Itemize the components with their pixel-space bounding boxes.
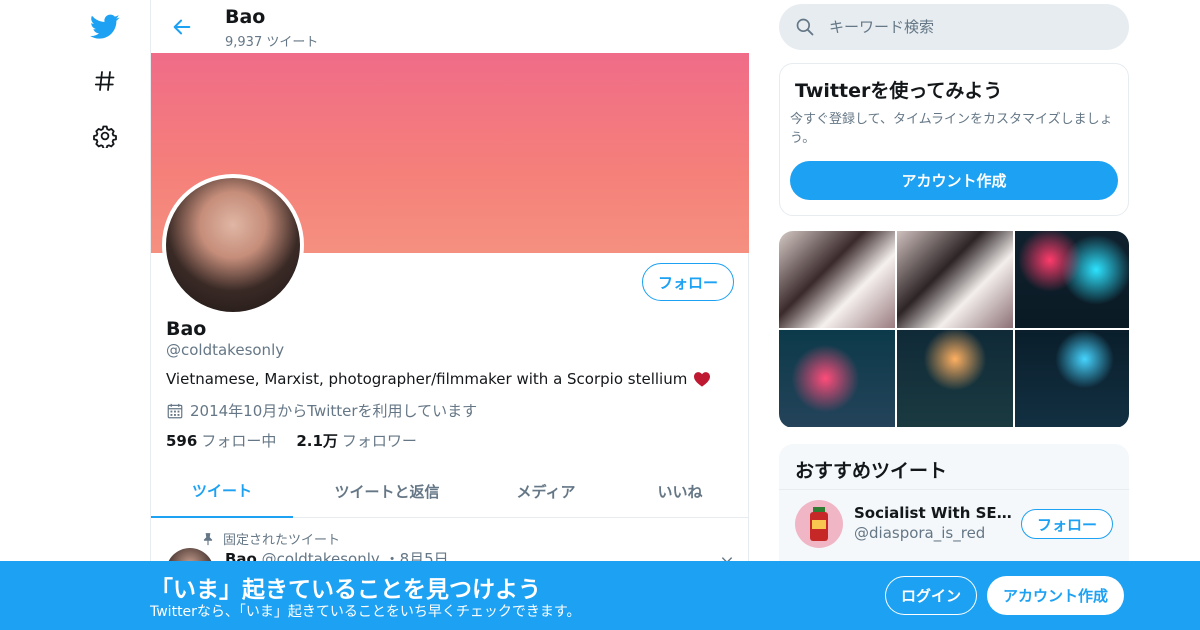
profile-column: Bao 9,937 ツイート フォロー Bao @coldtakesonly V…: [150, 0, 749, 630]
settings-button[interactable]: [86, 117, 124, 155]
follow-button[interactable]: フォロー: [642, 263, 734, 301]
profile-joined: 2014年10月からTwitterを利用しています: [166, 400, 477, 421]
signup-title: Twitterを使ってみよう: [795, 80, 1003, 102]
pin-icon: [203, 532, 213, 545]
profile-bio: Vietnamese, Marxist, photographer/filmma…: [166, 370, 711, 388]
back-button[interactable]: [165, 10, 199, 44]
tab-tweets[interactable]: ツイート: [151, 465, 293, 518]
media-grid: [779, 231, 1129, 428]
following-count: 596: [166, 432, 198, 450]
following-link[interactable]: 596 フォロー中: [166, 430, 276, 451]
search-icon: [796, 18, 814, 36]
followers-label: フォロワー: [341, 432, 417, 450]
pinned-label: 固定されたツイート: [223, 533, 341, 548]
heart-icon: [694, 372, 711, 387]
search-input[interactable]: [829, 18, 1109, 36]
media-thumbnail[interactable]: [1015, 231, 1129, 328]
profile-handle: @coldtakesonly: [166, 341, 285, 359]
recommended-title: おすすめツイート: [795, 460, 948, 482]
header-title: Bao: [225, 6, 266, 28]
tab-media[interactable]: メディア: [481, 465, 611, 518]
signup-banner: 「いま」起きていることを見つけよう Twitterなら、「いま」起きていることを…: [0, 561, 1200, 630]
media-thumbnail[interactable]: [779, 330, 895, 427]
banner-title: 「いま」起きていることを見つけよう: [150, 577, 541, 603]
divider: [779, 489, 1129, 490]
tab-tweets-and-replies[interactable]: ツイートと返信: [293, 465, 481, 518]
profile-stats: 596 フォロー中 2.1万 フォロワー: [166, 430, 417, 451]
back-arrow-icon: [173, 19, 191, 35]
recommended-name[interactable]: Socialist With SE Asi...: [854, 504, 1014, 522]
hashtag-icon: [94, 71, 115, 91]
media-thumbnail[interactable]: [1015, 330, 1129, 427]
pinned-indicator: 固定されたツイート: [201, 529, 340, 548]
media-thumbnail[interactable]: [897, 330, 1013, 427]
create-account-button[interactable]: アカウント作成: [790, 161, 1118, 200]
signup-card: Twitterを使ってみよう 今すぐ登録して、タイムラインをカスタマイズしましょ…: [779, 63, 1129, 216]
app-root: Bao 9,937 ツイート フォロー Bao @coldtakesonly V…: [0, 0, 1200, 630]
media-thumbnail[interactable]: [897, 231, 1013, 328]
profile-avatar[interactable]: [162, 174, 304, 316]
twitter-logo-button[interactable]: [86, 8, 124, 46]
followers-link[interactable]: 2.1万 フォロワー: [296, 430, 417, 451]
joined-text: 2014年10月からTwitterを利用しています: [190, 402, 478, 420]
calendar-icon: [167, 403, 183, 418]
signup-description: 今すぐ登録して、タイムラインをカスタマイズしましょう。: [790, 112, 1113, 146]
tab-likes[interactable]: いいね: [611, 465, 749, 518]
profile-header-bar: Bao 9,937 ツイート: [151, 0, 749, 53]
profile-name: Bao: [166, 318, 207, 340]
media-thumbnail[interactable]: [779, 231, 895, 328]
recommended-avatar[interactable]: [795, 500, 843, 548]
login-button[interactable]: ログイン: [885, 576, 977, 615]
bio-text: Vietnamese, Marxist, photographer/filmma…: [166, 370, 688, 388]
recommended-follow-button[interactable]: フォロー: [1021, 509, 1113, 539]
search-box[interactable]: [779, 4, 1129, 50]
followers-count: 2.1万: [296, 432, 338, 450]
profile-tabs: ツイート ツイートと返信 メディア いいね: [151, 465, 749, 518]
twitter-bird-icon: [90, 14, 120, 39]
avatar-photo: [166, 178, 300, 312]
header-tweet-count: 9,937 ツイート: [225, 35, 319, 50]
gear-icon: [93, 125, 117, 148]
banner-subtitle: Twitterなら、「いま」起きていることをいち早くチェックできます。: [150, 604, 581, 620]
following-label: フォロー中: [201, 432, 277, 450]
banner-signup-button[interactable]: アカウント作成: [987, 576, 1124, 615]
explore-button[interactable]: [86, 62, 124, 100]
recommended-handle: @diaspora_is_red: [854, 524, 986, 542]
jar-icon: [810, 507, 828, 541]
